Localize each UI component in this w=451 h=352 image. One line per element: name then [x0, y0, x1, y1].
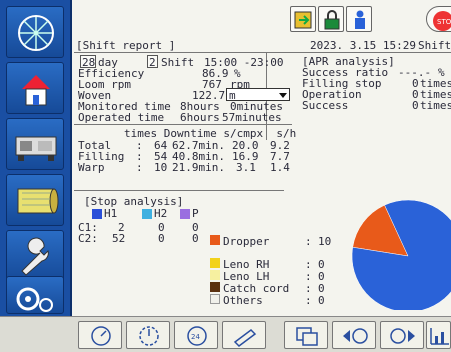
legend-label: P — [192, 207, 199, 220]
cause-swatch — [210, 294, 220, 304]
fabric-roll-icon[interactable] — [6, 174, 64, 226]
stops-times: 10 — [154, 161, 168, 174]
stops-s-cmpx: 3.1 — [236, 161, 256, 174]
svg-text:STO: STO — [437, 18, 451, 26]
metrics-divider — [74, 124, 292, 125]
stops-downtime: 21.9min. — [172, 161, 225, 174]
legend-swatch — [180, 209, 190, 219]
operator-icon[interactable] — [346, 6, 372, 32]
date-time: 2023. 3.15 15:29 — [310, 39, 416, 52]
metric-value-operated: 6hours — [180, 111, 220, 124]
legend-label: H1 — [104, 207, 118, 220]
speed-icon[interactable] — [78, 321, 122, 349]
table-divider — [74, 190, 284, 191]
header-divider — [74, 52, 451, 53]
cause-sep: : — [305, 258, 312, 271]
lock-icon[interactable] — [318, 6, 344, 32]
legend-swatch — [142, 209, 152, 219]
bottom-toolbar: 24 — [0, 316, 451, 352]
wrench-icon[interactable] — [6, 230, 64, 282]
cause-swatch — [210, 235, 220, 245]
stop-analysis-title: [Stop analysis] — [84, 195, 184, 208]
stops-s-h: 1.4 — [270, 161, 290, 174]
next-icon[interactable] — [380, 321, 424, 349]
stop-h1: 52 — [112, 232, 126, 245]
stop-icon[interactable]: STO — [426, 6, 451, 32]
page-title: [Shift report ] — [76, 39, 176, 52]
apr-label: Success — [302, 99, 349, 112]
metric-label-operated: Operated time — [78, 111, 165, 124]
login-icon[interactable] — [290, 6, 316, 32]
sidebar — [0, 0, 72, 316]
pencil-icon[interactable] — [222, 321, 266, 349]
cause-sep: : — [305, 235, 312, 248]
shift-value-box[interactable]: 2 — [147, 55, 158, 68]
legend-label: H2 — [154, 207, 168, 220]
stop-pie-chart — [351, 199, 451, 310]
stops-colon: : — [136, 161, 143, 174]
stop-p: 0 — [192, 232, 199, 245]
chevron-down-icon — [279, 93, 287, 98]
24h-icon[interactable]: 24 — [174, 321, 218, 349]
cause-label: Catch cord — [223, 282, 290, 295]
cause-sep: : — [305, 270, 312, 283]
cause-label: Others — [223, 294, 263, 307]
stops-row-label: Warp — [78, 161, 105, 174]
cause-sep: : — [305, 282, 312, 295]
cause-value: 0 — [318, 282, 325, 295]
cause-value: 0 — [318, 270, 325, 283]
copy-icon[interactable] — [284, 321, 328, 349]
shift-header-label: Shift — [418, 39, 451, 52]
settings-gear-icon[interactable] — [6, 276, 64, 314]
apr-unit: times — [420, 99, 451, 112]
prev-icon[interactable] — [332, 321, 376, 349]
stop-h2: 0 — [158, 232, 165, 245]
cause-value: 0 — [318, 294, 325, 307]
shift-label: Shift — [161, 56, 195, 69]
metric-unit-operated: 57minutes — [222, 111, 282, 124]
pie-slice-filling — [351, 199, 451, 310]
cause-value: 10 — [318, 235, 332, 248]
loom-icon[interactable] — [6, 6, 64, 58]
machine-icon[interactable] — [6, 118, 64, 170]
home-icon[interactable] — [6, 62, 64, 114]
legend-swatch — [92, 209, 102, 219]
cause-label: Dropper — [223, 235, 270, 248]
cause-value: 0 — [318, 258, 325, 271]
apr-value: 0 — [412, 99, 419, 112]
cause-swatch — [210, 258, 220, 268]
cause-label: Leno RH — [223, 258, 270, 271]
cause-swatch — [210, 270, 220, 280]
rpm-icon[interactable] — [126, 321, 170, 349]
cause-label: Leno LH — [223, 270, 270, 283]
stop-row-label: C2: — [78, 232, 98, 245]
svg-text:24: 24 — [191, 333, 200, 341]
cause-swatch — [210, 282, 220, 292]
cause-sep: : — [305, 294, 312, 307]
graph-icon[interactable] — [426, 321, 451, 349]
loom-monitor-screen: STO [Shift report ] 2023. 3.15 15:29 Shi… — [0, 0, 451, 352]
stops-table-header: times Downtime s/cmpx s/h — [124, 127, 297, 140]
